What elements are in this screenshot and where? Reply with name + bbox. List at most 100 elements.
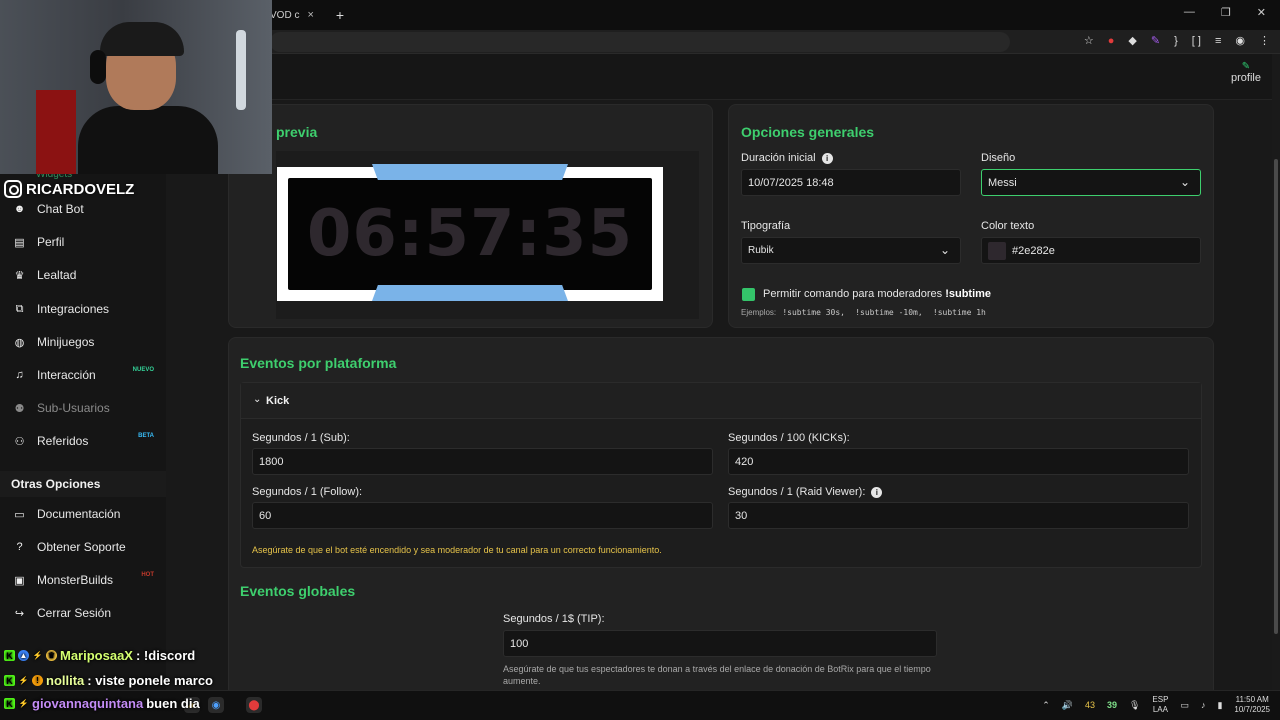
streamer-name-overlay: RICARDOVELZ xyxy=(4,180,134,198)
chat-text: buen dia xyxy=(146,696,200,711)
users-icon: ⚉ xyxy=(14,402,25,415)
music-icon: ♫ xyxy=(15,369,24,381)
chat-username: nollita xyxy=(46,673,85,688)
chat-message: K ▲ ⚡ ♛ MariposaaX : !discord xyxy=(4,648,195,663)
main-content: previa 06:57:35 Opciones generales Durac… xyxy=(166,100,1272,697)
mod-command-checkbox[interactable] xyxy=(742,288,755,301)
sidebar-item-label: Integraciones xyxy=(37,302,110,316)
general-options-title: Opciones generales xyxy=(741,124,875,140)
chevron-up-icon[interactable]: ⌃ xyxy=(1042,700,1050,711)
close-tab-icon[interactable]: × xyxy=(307,9,313,21)
mod-command-label: Permitir comando para moderadores !subti… xyxy=(763,288,991,300)
twitch-extension-icon[interactable]: ✎ xyxy=(1151,34,1160,47)
sidebar-item-referidos[interactable]: ⚇ Referidos BETA xyxy=(12,431,162,451)
sidebar-item-cerrar-sesion[interactable]: ↪ Cerrar Sesión xyxy=(12,603,162,623)
minimize-icon[interactable]: — xyxy=(1184,6,1195,19)
sub-seconds-input[interactable]: 1800 xyxy=(252,448,713,475)
tip-seconds-label: Segundos / 1$ (TIP): xyxy=(503,613,605,625)
sidebar-item-integraciones[interactable]: ⧉ Integraciones xyxy=(12,299,162,319)
duration-input[interactable]: 10/07/2025 18:48 xyxy=(741,169,961,196)
duration-label-text: Duración inicial xyxy=(741,152,816,164)
network-icon[interactable]: ▭ xyxy=(1180,700,1189,711)
text-color-input[interactable]: #2e282e xyxy=(981,237,1201,264)
chevron-down-icon: ⌄ xyxy=(939,243,950,257)
sidebar-item-documentacion[interactable]: ▭ Documentación xyxy=(12,504,162,524)
bookmark-star-icon[interactable]: ☆ xyxy=(1084,34,1094,47)
speaker-icon[interactable]: ♪ xyxy=(1201,700,1206,710)
bracket-extension-icon[interactable]: [ ] xyxy=(1192,35,1201,47)
tray-counter: 39 xyxy=(1106,700,1117,710)
microphone-icon[interactable]: 🎙 xyxy=(1129,700,1140,711)
screen: { "browser": { "tab_title": "VOD c", "ta… xyxy=(0,0,1280,720)
profile-label: profile xyxy=(1231,72,1261,84)
kick-accordion-header[interactable]: ⌄ Kick xyxy=(241,383,1201,419)
mod-command-code: !subtime xyxy=(945,288,992,300)
sidebar-item-label: Perfil xyxy=(37,235,65,249)
chrome-icon[interactable]: ◉ xyxy=(208,697,224,713)
info-icon[interactable]: i xyxy=(821,152,833,164)
sidebar-item-monsterbuilds[interactable]: ▣ MonsterBuilds HOT xyxy=(12,570,162,590)
scrollbar-thumb[interactable] xyxy=(1274,159,1278,634)
bot-warning-text: Asegúrate de que el bot esté encendido y… xyxy=(252,545,662,555)
sidebar-item-chat-bot[interactable]: ☻ Chat Bot xyxy=(12,199,162,219)
raid-seconds-input[interactable]: 30 xyxy=(728,502,1189,529)
taskbar: ▰ ◉ ⬤ K ⚡ giovannaquintana buen dia ⌃ 🔊 … xyxy=(0,690,1280,720)
language-indicator[interactable]: ESP LAA xyxy=(1152,695,1168,715)
help-icon: ? xyxy=(16,541,23,553)
sidebar-item-label: Sub-Usuarios xyxy=(37,401,110,415)
follow-seconds-input[interactable]: 60 xyxy=(252,502,713,529)
color-swatch[interactable] xyxy=(988,241,1006,260)
typography-select[interactable]: Rubik ⌄ xyxy=(741,237,961,264)
sub-seconds-label: Segundos / 1 (Sub): xyxy=(252,432,350,444)
browser-tab[interactable]: VOD c × + xyxy=(270,4,344,26)
tip-seconds-input[interactable]: 100 xyxy=(503,630,937,657)
sidebar-item-lealtad[interactable]: ♛ Lealtad xyxy=(12,265,162,285)
extension-icons: ☆ ● ◆ ✎ } [ ] ≡ ◉ ⋮ xyxy=(1084,34,1270,48)
new-tab-button[interactable]: + xyxy=(336,7,344,23)
address-bar[interactable] xyxy=(270,32,1010,52)
kicks-seconds-input[interactable]: 420 xyxy=(728,448,1189,475)
chat-text: : viste ponele marco xyxy=(87,673,213,688)
sidebar-item-interaccion[interactable]: ♫ Interacción NUEVO xyxy=(12,365,162,385)
raid-seconds-label-text: Segundos / 1 (Raid Viewer): xyxy=(728,486,866,498)
brace-extension-icon[interactable]: } xyxy=(1174,35,1178,47)
example-command: !subtime 1h xyxy=(932,308,986,317)
system-tray: ⌃ 🔊 43 39 🎙 ESP LAA ▭ ♪ ▮ 11:50 AM 10/7/… xyxy=(1042,695,1270,715)
design-select[interactable]: Messi ⌄ xyxy=(981,169,1201,196)
design-select-value: Messi xyxy=(988,176,1017,189)
sidebar-item-perfil[interactable]: ▤ Perfil xyxy=(12,232,162,252)
browser-profile-icon[interactable]: ◉ xyxy=(1235,34,1245,47)
kick-accordion: ⌄ Kick Segundos / 1 (Sub): 1800 Segundos… xyxy=(240,382,1202,568)
sidebar-item-soporte[interactable]: ? Obtener Soporte xyxy=(12,537,162,557)
preview-card: previa 06:57:35 xyxy=(228,104,713,328)
book-icon: ▭ xyxy=(14,508,25,521)
clock[interactable]: 11:50 AM 10/7/2025 xyxy=(1234,695,1270,715)
webcam-light xyxy=(236,30,246,110)
language-layout: LAA xyxy=(1152,705,1168,714)
info-icon[interactable]: i xyxy=(871,486,883,498)
examples-label: Ejemplos: xyxy=(741,308,777,317)
language-code: ESP xyxy=(1152,695,1169,704)
maximize-icon[interactable]: ❐ xyxy=(1221,6,1231,19)
sidebar-item-minijuegos[interactable]: ◍ Minijuegos xyxy=(12,332,162,352)
volume-icon[interactable]: 🔊 xyxy=(1062,700,1073,711)
close-window-icon[interactable]: ✕ xyxy=(1257,6,1266,19)
new-badge: NUEVO xyxy=(132,367,154,373)
battery-icon[interactable]: ▮ xyxy=(1217,700,1222,711)
chat-text: : !discord xyxy=(135,648,196,663)
sidebar-item-label: Interacción xyxy=(37,368,96,382)
profile-button[interactable]: ✎ profile xyxy=(1229,62,1263,85)
record-extension-icon[interactable]: ● xyxy=(1108,35,1115,47)
command-examples: Ejemplos: !subtime 30s, !subtime -10m, !… xyxy=(741,308,990,317)
webcam-chair xyxy=(36,90,76,174)
reading-list-icon[interactable]: ≡ xyxy=(1215,35,1221,47)
browser-menu-icon[interactable]: ⋮ xyxy=(1259,34,1270,47)
extension-icon[interactable]: ◆ xyxy=(1128,34,1136,47)
sidebar-item-sub-usuarios[interactable]: ⚉ Sub-Usuarios xyxy=(12,398,162,418)
sidebar-item-label: Minijuegos xyxy=(37,335,95,349)
page-scrollbar[interactable] xyxy=(1272,54,1280,690)
app-icon[interactable]: ⬤ xyxy=(246,697,262,713)
design-label: Diseño xyxy=(981,152,1016,164)
global-events-title: Eventos globales xyxy=(240,583,356,599)
lightning-badge-icon: ⚡ xyxy=(32,651,43,660)
